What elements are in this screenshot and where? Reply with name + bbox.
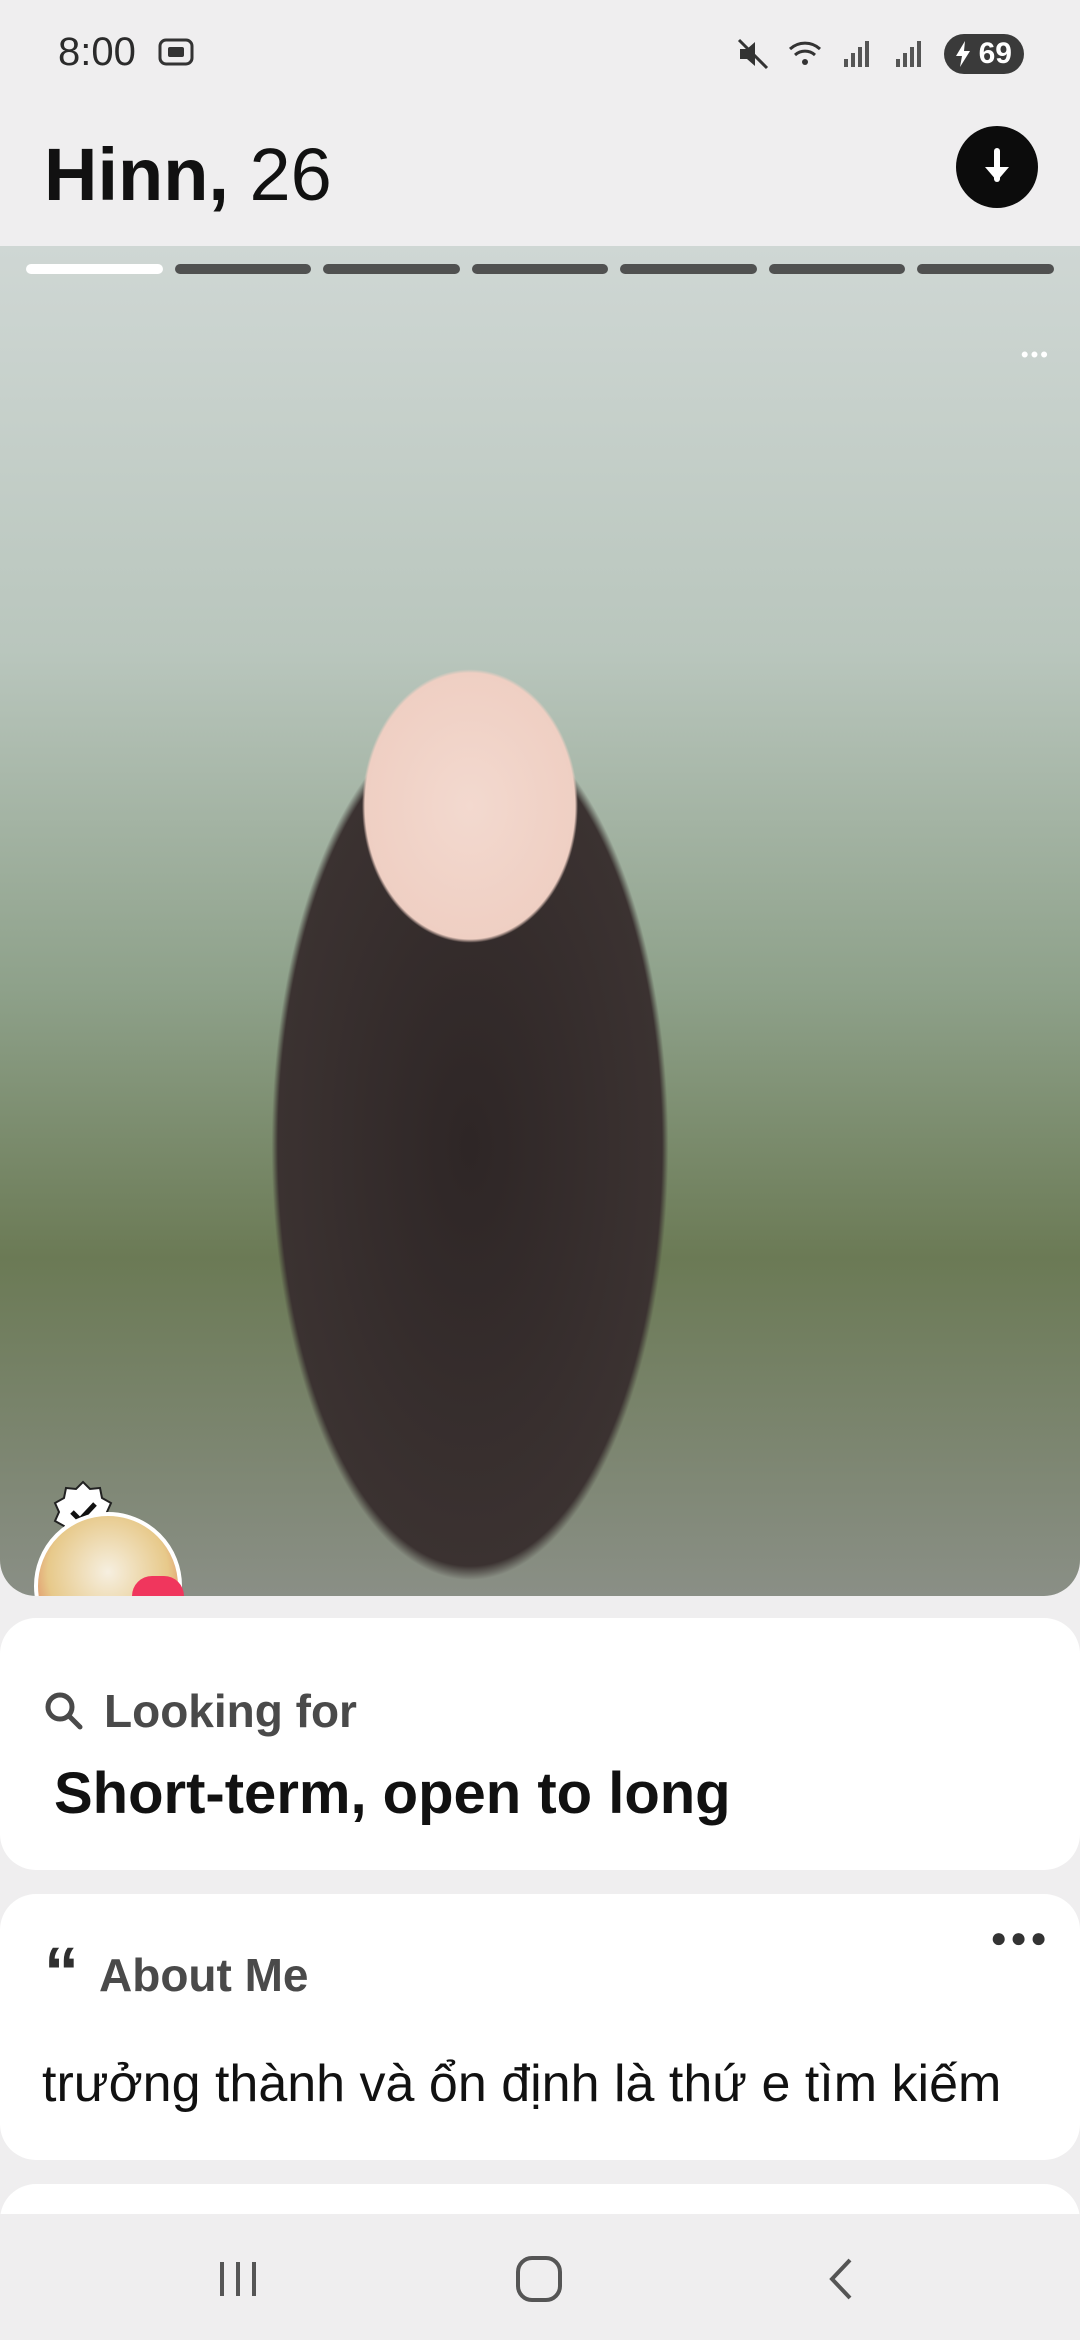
photo-progress-segment[interactable] — [917, 264, 1055, 274]
looking-for-value: Short-term, open to long — [54, 1761, 731, 1826]
status-bar: 8:00 69 — [0, 0, 1080, 110]
screenshot-icon — [158, 38, 194, 66]
status-time: 8:00 — [58, 30, 136, 74]
battery-indicator: 69 — [944, 34, 1024, 74]
signal-icon — [844, 41, 869, 67]
wifi-icon — [788, 41, 822, 65]
photo-more-icon[interactable]: ••• — [1021, 342, 1050, 368]
arrow-down-icon — [985, 148, 1009, 182]
looking-for-title: Looking for — [104, 1685, 357, 1737]
profile-age: 26 — [249, 133, 332, 216]
photo-progress-segment[interactable] — [26, 264, 163, 274]
photo-progress-segment[interactable] — [174, 264, 312, 274]
search-icon — [45, 1692, 83, 1730]
collapse-profile-button[interactable] — [956, 126, 1038, 208]
looking-for-header: Looking for — [44, 1684, 357, 1738]
photo-progress — [26, 264, 1055, 276]
photo-progress-segment[interactable] — [768, 264, 906, 274]
photo-progress-segment[interactable] — [323, 264, 460, 274]
profile-name: Hinn, 26 — [44, 132, 332, 217]
profile-first-name: Hinn, — [44, 133, 229, 216]
about-me-header: “ About Me — [44, 1933, 309, 2011]
mute-icon — [737, 38, 769, 70]
signal-icon — [896, 41, 921, 67]
charging-icon — [956, 41, 970, 67]
back-icon[interactable] — [812, 2254, 872, 2304]
about-me-title: About Me — [99, 1949, 309, 2001]
profile-photo[interactable]: ••• — [0, 246, 1080, 1596]
photo-progress-segment[interactable] — [620, 264, 757, 274]
more-options-icon[interactable]: ●●● — [990, 1922, 1050, 1954]
battery-level: 69 — [978, 37, 1012, 70]
photo-progress-segment[interactable] — [471, 264, 609, 274]
looking-for-card: Looking for Short-term, open to long — [0, 1618, 1080, 1870]
quote-icon: “ — [44, 1933, 79, 2011]
home-icon[interactable] — [510, 2254, 570, 2304]
about-me-text: trưởng thành và ổn định là thứ e tìm kiế… — [42, 2055, 1002, 2113]
profile-header: Hinn, 26 — [0, 110, 1080, 246]
about-me-card: “ About Me ●●● trưởng thành và ổn định l… — [0, 1894, 1080, 2160]
recents-icon[interactable] — [208, 2254, 268, 2304]
system-nav-bar — [0, 2214, 1080, 2340]
